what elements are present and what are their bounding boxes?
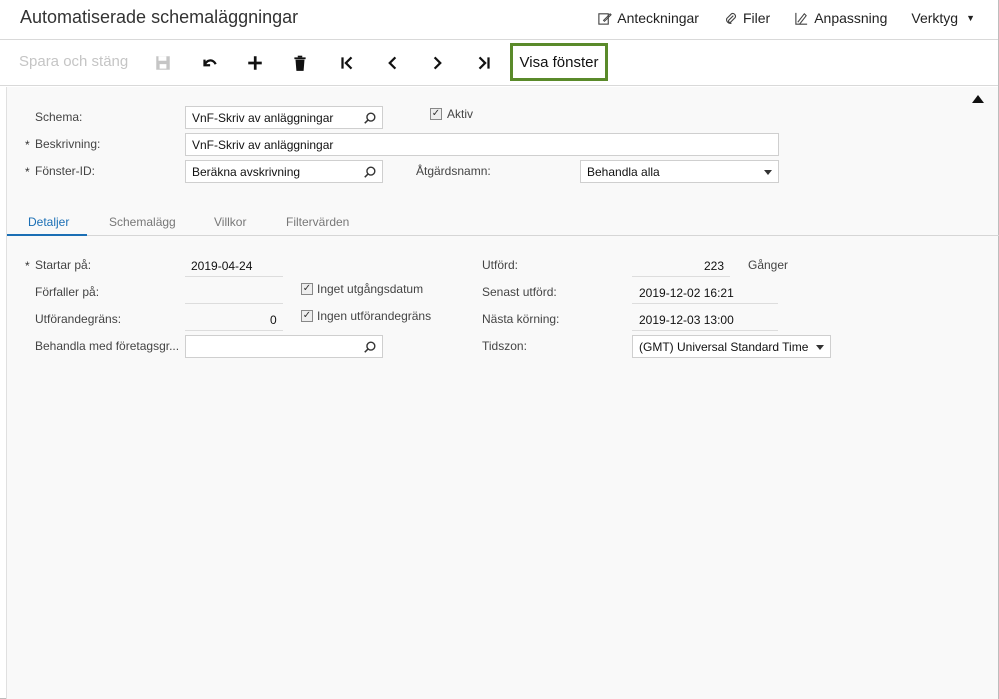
tab-schemalagg[interactable]: Schemalägg	[109, 215, 176, 229]
files-button[interactable]: Filer	[723, 10, 770, 26]
behandla-label: Behandla med företagsgr...	[35, 339, 180, 353]
senast-underline	[632, 303, 778, 304]
tools-menu-button[interactable]: Verktyg ▼	[911, 10, 975, 26]
schema-value: VnF-Skriv av anläggningar	[192, 110, 334, 125]
header-menu: Anteckningar Filer Anpassning Verktyg ▼	[597, 10, 975, 26]
utford-label: Utförd:	[482, 258, 519, 272]
ingen-utforandegrans-checkbox[interactable]: ✓	[301, 310, 313, 322]
customization-button[interactable]: Anpassning	[794, 10, 887, 26]
search-icon[interactable]	[363, 111, 377, 125]
dropdown-arrow-icon	[816, 345, 824, 350]
senast-utford-label: Senast utförd:	[482, 285, 557, 299]
customization-label: Anpassning	[814, 10, 888, 26]
tab-filtervarden[interactable]: Filtervärden	[286, 215, 349, 229]
page-title: Automatiserade schemaläggningar	[20, 7, 299, 27]
paperclip-icon	[726, 12, 736, 24]
ganger-label: Gånger	[748, 258, 789, 272]
atgardsnamn-value: Behandla alla	[587, 164, 660, 179]
inget-utgangsdatum-checkbox[interactable]: ✓	[301, 283, 313, 295]
beskrivning-input[interactable]: VnF-Skriv av anläggningar	[185, 133, 779, 156]
behandla-input[interactable]	[185, 335, 383, 358]
senast-utford-value: 2019-12-02 16:21	[639, 286, 734, 300]
last-record-icon[interactable]	[473, 52, 495, 74]
beskrivning-label: Beskrivning:	[25, 137, 100, 152]
caret-down-icon: ▼	[966, 13, 975, 23]
save-close-button[interactable]: Spara och stäng	[19, 53, 128, 70]
tidszon-label: Tidszon:	[482, 339, 527, 353]
schema-input[interactable]: VnF-Skriv av anläggningar	[185, 106, 383, 129]
ruler-pencil-icon	[795, 12, 808, 25]
ingen-utforandegrans-label: Ingen utförandegräns	[317, 309, 432, 323]
fonster-id-label: Fönster-ID:	[25, 164, 95, 179]
atgardsnamn-label: Åtgärdsnamn:	[416, 164, 491, 178]
notes-label: Anteckningar	[617, 10, 699, 26]
forfaller-input[interactable]	[185, 303, 283, 304]
next-record-icon[interactable]	[427, 52, 449, 74]
utforandegrans-value[interactable]: 0	[270, 313, 277, 327]
schema-label: Schema:	[35, 110, 83, 124]
startar-label: Startar på:	[25, 258, 91, 273]
startar-underline	[185, 276, 283, 277]
dropdown-arrow-icon	[764, 170, 772, 175]
inget-utgangsdatum-label: Inget utgångsdatum	[317, 282, 424, 296]
search-icon[interactable]	[363, 340, 377, 354]
nasta-underline	[632, 330, 778, 331]
collapse-arrow-icon[interactable]	[972, 95, 984, 103]
utford-value: 223	[704, 259, 725, 273]
fonster-id-input[interactable]: Beräkna avskrivning	[185, 160, 383, 183]
nasta-korning-label: Nästa körning:	[482, 312, 560, 326]
tab-villkor[interactable]: Villkor	[214, 215, 246, 229]
active-tab-indicator	[7, 234, 87, 236]
form-content: Schema: VnF-Skriv av anläggningar ✓ Akti…	[6, 87, 999, 699]
previous-record-icon[interactable]	[381, 52, 403, 74]
save-icon[interactable]	[152, 52, 174, 74]
visa-fonster-button[interactable]: Visa fönster	[510, 43, 608, 81]
utforandegrans-underline	[185, 330, 283, 331]
atgardsnamn-select[interactable]: Behandla alla	[580, 160, 779, 183]
tidszon-select[interactable]: (GMT) Universal Standard Time	[632, 335, 831, 358]
startar-value[interactable]: 2019-04-24	[191, 259, 252, 273]
tab-detaljer[interactable]: Detaljer	[28, 215, 69, 229]
tab-bar: Detaljer Schemalägg Villkor Filtervärden	[7, 208, 999, 236]
note-edit-icon	[598, 12, 613, 25]
utforandegrans-label: Utförandegräns:	[35, 312, 122, 326]
nasta-korning-value: 2019-12-03 13:00	[639, 313, 734, 327]
undo-icon[interactable]	[198, 52, 220, 74]
aktiv-label: Aktiv	[447, 107, 474, 121]
aktiv-checkbox[interactable]: ✓	[430, 108, 442, 120]
tools-label: Verktyg	[911, 10, 959, 26]
utford-underline	[632, 276, 730, 277]
toolbar: Spara och stäng Visa fönster	[0, 39, 998, 86]
fonster-id-value: Beräkna avskrivning	[192, 164, 301, 179]
notes-button[interactable]: Anteckningar	[597, 10, 699, 26]
add-icon[interactable]	[244, 52, 266, 74]
first-record-icon[interactable]	[336, 52, 358, 74]
files-label: Filer	[742, 10, 771, 26]
search-icon[interactable]	[363, 165, 377, 179]
delete-icon[interactable]	[289, 52, 311, 74]
beskrivning-value: VnF-Skriv av anläggningar	[192, 137, 334, 152]
tidszon-value: (GMT) Universal Standard Time	[639, 339, 809, 354]
forfaller-label: Förfaller på:	[35, 285, 100, 299]
